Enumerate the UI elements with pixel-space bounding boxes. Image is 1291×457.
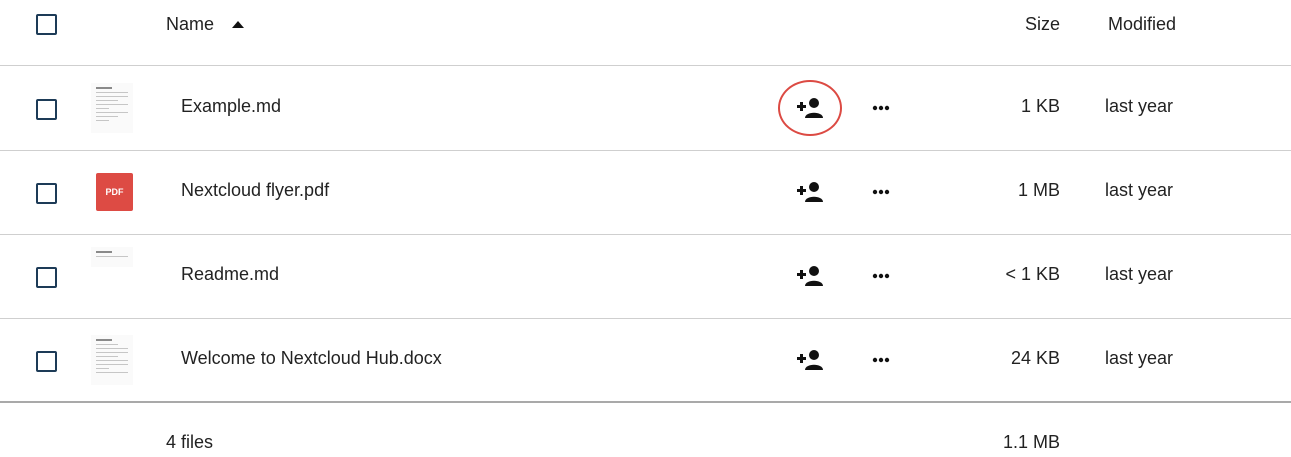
total-size-summary: 1.1 MB (1002, 432, 1060, 452)
share-button[interactable] (778, 248, 842, 304)
file-select-checkbox[interactable] (36, 99, 57, 120)
file-row[interactable]: Readme.md < 1 KB last year (0, 235, 1291, 319)
document-thumbnail (91, 247, 133, 267)
more-actions-button[interactable] (866, 177, 896, 207)
sort-ascending-icon (232, 21, 245, 28)
file-size: < 1 KB (1005, 264, 1060, 284)
file-modified: last year (1105, 264, 1174, 284)
name-column-header[interactable]: Name (166, 14, 245, 35)
file-list-table: Name Size Modified Example.md 1 KB last … (0, 0, 1291, 457)
share-button[interactable] (778, 332, 842, 388)
document-thumbnail (91, 83, 133, 133)
share-button[interactable] (778, 164, 842, 220)
file-row[interactable]: PDF Nextcloud flyer.pdf 1 MB last year (0, 151, 1291, 235)
file-select-checkbox[interactable] (36, 351, 57, 372)
file-name[interactable]: Nextcloud flyer.pdf (181, 180, 329, 201)
file-name[interactable]: Welcome to Nextcloud Hub.docx (181, 348, 442, 369)
document-thumbnail (91, 335, 133, 385)
file-name[interactable]: Example.md (181, 96, 281, 117)
file-modified: last year (1105, 180, 1174, 200)
share-add-user-icon (797, 350, 823, 370)
share-add-user-icon (797, 182, 823, 202)
file-size: 24 KB (1010, 348, 1060, 368)
share-add-user-icon (797, 266, 823, 286)
more-dots-icon (872, 273, 890, 279)
file-row[interactable]: Welcome to Nextcloud Hub.docx 24 KB last… (0, 319, 1291, 403)
size-column-header[interactable]: Size (1025, 14, 1060, 35)
file-size: 1 KB (1020, 96, 1060, 116)
table-footer: 4 files 1.1 MB (0, 402, 1291, 457)
table-header: Name Size Modified (0, 0, 1291, 66)
modified-column-header[interactable]: Modified (1108, 14, 1176, 35)
name-column-label: Name (166, 14, 215, 34)
file-size: 1 MB (1017, 180, 1060, 200)
file-select-checkbox[interactable] (36, 183, 57, 204)
file-modified: last year (1105, 348, 1174, 368)
file-name[interactable]: Readme.md (181, 264, 279, 285)
more-actions-button[interactable] (866, 345, 896, 375)
more-actions-button[interactable] (866, 261, 896, 291)
select-all-checkbox[interactable] (36, 14, 57, 35)
more-dots-icon (872, 105, 890, 111)
more-dots-icon (872, 189, 890, 195)
pdf-icon: PDF (96, 173, 133, 211)
file-modified: last year (1105, 96, 1174, 116)
share-button[interactable] (778, 80, 842, 136)
file-row[interactable]: Example.md 1 KB last year (0, 67, 1291, 151)
more-actions-button[interactable] (866, 93, 896, 123)
file-count-summary: 4 files (166, 432, 214, 452)
file-select-checkbox[interactable] (36, 267, 57, 288)
share-add-user-icon (797, 98, 823, 118)
more-dots-icon (872, 357, 890, 363)
